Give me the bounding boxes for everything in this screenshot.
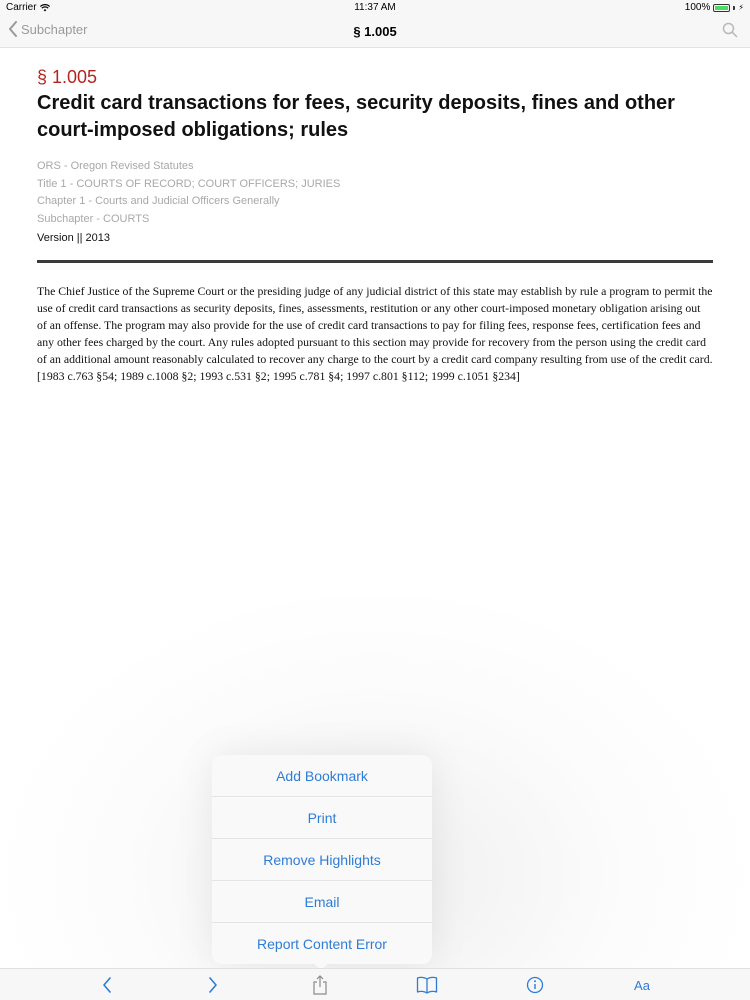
print-button[interactable]: Print [212, 797, 432, 839]
status-right: 100% ⚡ [685, 2, 744, 13]
add-bookmark-button[interactable]: Add Bookmark [212, 755, 432, 797]
battery-fill [715, 5, 729, 10]
remove-highlights-button[interactable]: Remove Highlights [212, 839, 432, 881]
chevron-left-icon [103, 977, 111, 993]
chevron-right-icon [209, 977, 217, 993]
report-content-error-button[interactable]: Report Content Error [212, 923, 432, 964]
charging-icon: ⚡ [738, 3, 744, 12]
share-button[interactable] [307, 974, 333, 996]
battery-tip [733, 5, 736, 10]
section-title: Credit card transactions for fees, secur… [37, 92, 675, 141]
table-of-contents-button[interactable] [414, 974, 440, 996]
version-label: Version || 2013 [37, 232, 110, 244]
statute-body: The Chief Justice of the Supreme Court o… [37, 284, 713, 383]
next-section-button[interactable] [200, 974, 226, 996]
book-icon [416, 976, 438, 994]
info-button[interactable] [522, 974, 548, 996]
info-icon [526, 976, 544, 994]
nav-bar: Subchapter § 1.005 [0, 16, 750, 48]
search-icon [722, 22, 738, 38]
bottom-toolbar: Aa [0, 968, 750, 1000]
document-meta: ORS - Oregon Revised Statutes Title 1 - … [37, 158, 713, 228]
document-content: § 1.005 Credit card transactions for fee… [37, 66, 713, 385]
status-bar: Carrier 11:37 AM 100% ⚡ [0, 0, 750, 16]
page-title: § 1.005 [353, 24, 397, 39]
meta-subchapter[interactable]: Subchapter - COURTS [37, 211, 713, 229]
section-number: § 1.005 [37, 67, 98, 87]
meta-statutes[interactable]: ORS - Oregon Revised Statutes [37, 158, 713, 176]
font-settings-button[interactable]: Aa [629, 974, 655, 996]
meta-chapter[interactable]: Chapter 1 - Courts and Judicial Officers… [37, 193, 713, 211]
battery-icon [713, 3, 731, 12]
previous-section-button[interactable] [94, 974, 120, 996]
email-button[interactable]: Email [212, 881, 432, 923]
share-icon [313, 975, 327, 995]
search-button[interactable] [722, 22, 738, 43]
battery-percent: 100% [684, 2, 711, 13]
meta-title[interactable]: Title 1 - COURTS OF RECORD; COURT OFFICE… [37, 176, 713, 194]
font-settings-label: Aa [634, 977, 650, 993]
divider [37, 260, 713, 263]
status-time: 11:37 AM [354, 2, 396, 13]
share-menu: Add Bookmark Print Remove Highlights Ema… [212, 755, 432, 964]
